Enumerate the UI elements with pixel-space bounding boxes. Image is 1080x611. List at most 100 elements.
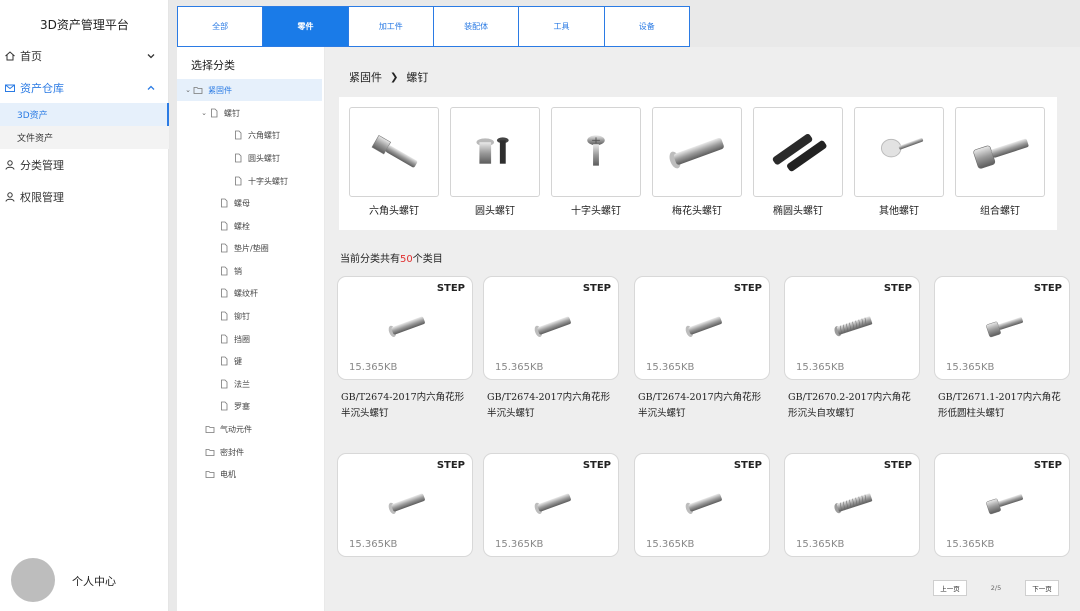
nav-item-permission-management[interactable]: 权限管理: [0, 185, 169, 209]
next-page-button[interactable]: 下一页: [1025, 580, 1059, 596]
tree-node-label: 螺栓: [234, 221, 250, 231]
subcategory-label: 椭圆头螺钉: [773, 206, 823, 217]
subcategory-card[interactable]: 十字头螺钉: [551, 107, 641, 217]
chevron-down-icon[interactable]: ⌄: [199, 109, 209, 117]
tree-node[interactable]: 螺母: [209, 192, 250, 214]
tab-parts[interactable]: 零件: [263, 7, 349, 46]
breadcrumb-parent[interactable]: 紧固件: [349, 69, 382, 85]
screw-model-icon: [819, 303, 889, 349]
asset-card[interactable]: STEP 15.365KB: [337, 453, 473, 567]
tab-machined-parts[interactable]: 加工件: [349, 7, 434, 46]
avatar[interactable]: [11, 558, 55, 602]
tree-node-label: 螺钉: [224, 108, 240, 118]
tree-node[interactable]: 气动元件: [195, 418, 252, 440]
tab-tools[interactable]: 工具: [519, 7, 605, 46]
tree-node[interactable]: 螺纹杆: [209, 282, 258, 304]
asset-card[interactable]: STEP 15.365KB GB/T2674-2017内六角花形半沉头螺钉: [337, 276, 473, 422]
format-badge: STEP: [436, 460, 465, 471]
file-size: 15.365KB: [646, 539, 695, 550]
asset-card[interactable]: STEP 15.365KB: [934, 453, 1070, 567]
format-badge: STEP: [582, 460, 611, 471]
file-icon: [219, 266, 229, 276]
subcategory-card[interactable]: 组合螺钉: [955, 107, 1045, 217]
tree-node[interactable]: ⌄ 螺钉: [199, 102, 240, 124]
folder-icon: [205, 424, 215, 434]
subcategory-label: 六角头螺钉: [369, 206, 419, 217]
file-icon: [219, 379, 229, 389]
tree-node[interactable]: ⌄ 紧固件: [177, 79, 322, 101]
tree-node-label: 键: [234, 356, 242, 366]
file-icon: [219, 243, 229, 253]
asset-preview[interactable]: STEP 15.365KB: [483, 453, 619, 557]
asset-card[interactable]: STEP 15.365KB: [634, 453, 770, 567]
tab-equipment[interactable]: 设备: [605, 7, 689, 46]
asset-preview[interactable]: STEP 15.365KB: [634, 453, 770, 557]
tree-node[interactable]: 密封件: [195, 441, 244, 463]
tab-all[interactable]: 全部: [178, 7, 264, 46]
chevron-down-icon[interactable]: [145, 50, 157, 62]
tree-node-label: 十字头螺钉: [248, 176, 288, 186]
nav-item-asset-warehouse[interactable]: 资产仓库: [0, 76, 169, 100]
prev-page-button[interactable]: 上一页: [933, 580, 967, 596]
file-size: 15.365KB: [495, 362, 544, 373]
asset-name[interactable]: GB/T2674-2017内六角花形半沉头螺钉: [634, 390, 770, 422]
hex-head-screw-icon: [349, 107, 439, 197]
folder-icon: [205, 447, 215, 457]
tree-node[interactable]: 圆头螺钉: [223, 147, 280, 169]
tree-node[interactable]: 挡圈: [209, 328, 250, 350]
tree-node[interactable]: 螺栓: [209, 215, 250, 237]
tab-assemblies[interactable]: 装配体: [434, 7, 520, 46]
subcategory-card[interactable]: 椭圆头螺钉: [753, 107, 843, 217]
asset-preview[interactable]: STEP 15.365KB: [784, 276, 920, 380]
asset-preview[interactable]: STEP 15.365KB: [337, 453, 473, 557]
tree-node[interactable]: 十字头螺钉: [223, 170, 288, 192]
tree-node[interactable]: 罗塞: [209, 395, 250, 417]
profile-center-link[interactable]: 个人中心: [72, 573, 116, 589]
breadcrumb: 紧固件 ❯ 螺钉: [349, 69, 428, 85]
asset-name[interactable]: GB/T2674-2017内六角花形半沉头螺钉: [337, 390, 473, 422]
chevron-down-icon[interactable]: ⌄: [183, 86, 193, 94]
sub-item-file-assets[interactable]: 文件资产: [0, 126, 169, 149]
file-icon: [219, 311, 229, 321]
tree-node[interactable]: 键: [209, 350, 242, 372]
file-icon: [209, 108, 219, 118]
asset-preview[interactable]: STEP 15.365KB: [784, 453, 920, 557]
file-size: 15.365KB: [796, 539, 845, 550]
tree-node[interactable]: 电机: [195, 463, 236, 485]
file-size: 15.365KB: [946, 362, 995, 373]
chevron-up-icon[interactable]: [145, 82, 157, 94]
asset-preview[interactable]: STEP 15.365KB: [337, 276, 473, 380]
tree-node[interactable]: 法兰: [209, 373, 250, 395]
asset-name[interactable]: GB/T2671.1-2017内六角花形低圆柱头螺钉: [934, 390, 1070, 422]
asset-card[interactable]: STEP 15.365KB GB/T2671.1-2017内六角花形低圆柱头螺钉: [934, 276, 1070, 422]
asset-name[interactable]: GB/T2670.2-2017内六角花形沉头自攻螺钉: [784, 390, 920, 422]
subcategory-card[interactable]: 梅花头螺钉: [652, 107, 742, 217]
asset-card[interactable]: STEP 15.365KB GB/T2674-2017内六角花形半沉头螺钉: [634, 276, 770, 422]
format-badge: STEP: [733, 460, 762, 471]
nav-item-category-management[interactable]: 分类管理: [0, 153, 169, 177]
asset-card[interactable]: STEP 15.365KB: [784, 453, 920, 567]
asset-card[interactable]: STEP 15.365KB GB/T2670.2-2017内六角花形沉头自攻螺钉: [784, 276, 920, 422]
asset-preview[interactable]: STEP 15.365KB: [934, 453, 1070, 557]
subcategory-card[interactable]: 六角头螺钉: [349, 107, 439, 217]
asset-preview[interactable]: STEP 15.365KB: [483, 276, 619, 380]
sub-item-3d-assets[interactable]: 3D资产: [0, 103, 169, 126]
nav-item-home[interactable]: 首页: [0, 44, 169, 68]
subcategory-card[interactable]: 圆头螺钉: [450, 107, 540, 217]
tree-node[interactable]: 销: [209, 260, 242, 282]
screw-model-icon: [669, 480, 739, 526]
count-prefix: 当前分类共有: [340, 254, 400, 265]
tree-node[interactable]: 铆钉: [209, 305, 250, 327]
subcategory-card[interactable]: 其他螺钉: [854, 107, 944, 217]
tree-node[interactable]: 六角螺钉: [223, 124, 280, 146]
asset-preview[interactable]: STEP 15.365KB: [634, 276, 770, 380]
asset-preview[interactable]: STEP 15.365KB: [934, 276, 1070, 380]
asset-card[interactable]: STEP 15.365KB: [483, 453, 619, 567]
oval-head-screw-icon: [753, 107, 843, 197]
tree-title: 选择分类: [191, 59, 235, 72]
tree-node-label: 螺母: [234, 198, 250, 208]
format-badge: STEP: [1033, 283, 1062, 294]
tree-node[interactable]: 垫片/垫圈: [209, 237, 269, 259]
asset-name[interactable]: GB/T2674-2017内六角花形半沉头螺钉: [483, 390, 619, 422]
asset-card[interactable]: STEP 15.365KB GB/T2674-2017内六角花形半沉头螺钉: [483, 276, 619, 422]
